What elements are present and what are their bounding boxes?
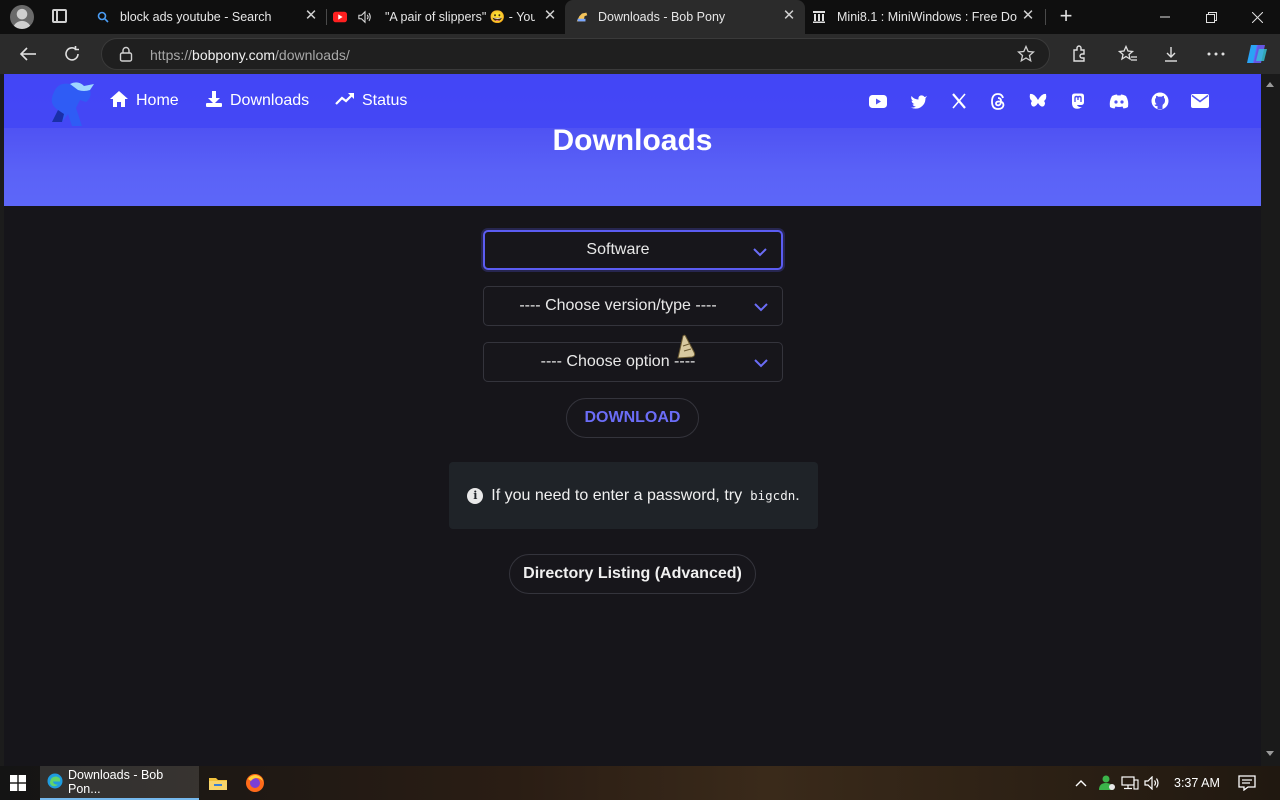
- mastodon-icon[interactable]: [1068, 91, 1088, 111]
- chevron-down-icon: [754, 299, 768, 317]
- address-bar[interactable]: https://bobpony.com/downloads/: [101, 38, 1050, 70]
- tab-youtube[interactable]: "A pair of slippers" 😀 - You ✕: [327, 0, 564, 34]
- bluesky-icon[interactable]: [1028, 91, 1048, 111]
- nav-home[interactable]: Home: [109, 90, 179, 112]
- file-explorer-icon[interactable]: [208, 773, 228, 793]
- close-window-icon[interactable]: [1234, 0, 1280, 34]
- taskbar-edge-app[interactable]: Downloads - Bob Pon...: [40, 766, 199, 800]
- chevron-down-icon: [753, 244, 767, 262]
- new-tab-button[interactable]: +: [1056, 5, 1076, 29]
- tab-title: "A pair of slippers" 😀 - You: [385, 10, 535, 24]
- threads-icon[interactable]: [988, 91, 1008, 111]
- taskbar-app-label: Downloads - Bob Pon...: [68, 768, 164, 796]
- close-icon[interactable]: ✕: [542, 8, 558, 24]
- scroll-up-icon[interactable]: [1266, 82, 1274, 87]
- nav-home-label: Home: [136, 92, 179, 109]
- tab-actions-icon[interactable]: [52, 9, 67, 23]
- category-select-value: Software: [586, 241, 650, 258]
- clock[interactable]: 3:37 AM: [1174, 766, 1220, 800]
- user-status-icon[interactable]: [1098, 766, 1116, 800]
- tab-downloads-bobpony[interactable]: Downloads - Bob Pony ✕: [565, 0, 805, 34]
- windows-start-icon[interactable]: [0, 766, 36, 800]
- network-icon[interactable]: [1121, 766, 1139, 800]
- profile-avatar[interactable]: [10, 5, 34, 29]
- trending-up-icon: [335, 92, 355, 111]
- password-note-text: If you need to enter a password, try: [491, 486, 743, 504]
- bobpony-logo[interactable]: [44, 78, 98, 128]
- category-select[interactable]: Software: [483, 230, 783, 270]
- site-header: Home Downloads Status: [4, 74, 1261, 128]
- tab-title: Mini8.1 : MiniWindows : Free Dow: [837, 10, 1017, 24]
- minimize-icon[interactable]: [1142, 0, 1188, 34]
- close-icon[interactable]: ✕: [781, 8, 797, 24]
- archive-favicon: [812, 10, 826, 24]
- page-title: Downloads: [552, 124, 713, 157]
- close-icon[interactable]: ✕: [1020, 8, 1036, 24]
- tab-title: block ads youtube - Search: [120, 10, 272, 24]
- nav-downloads[interactable]: Downloads: [205, 90, 309, 112]
- web-page: Home Downloads Status Downloads Software…: [4, 74, 1261, 766]
- more-options-icon[interactable]: [1204, 42, 1228, 66]
- discord-icon[interactable]: [1109, 91, 1129, 111]
- downloads-icon[interactable]: [1159, 42, 1183, 66]
- password-note-end: .: [795, 486, 800, 504]
- download-button[interactable]: DOWNLOAD: [566, 398, 699, 438]
- address-bar-row: https://bobpony.com/downloads/: [0, 34, 1280, 74]
- show-hidden-icons-button[interactable]: [1075, 766, 1087, 800]
- version-type-select[interactable]: ---- Choose version/type ----: [483, 286, 783, 326]
- nav-status[interactable]: Status: [335, 90, 407, 112]
- refresh-icon[interactable]: [60, 42, 84, 66]
- tab-archive[interactable]: Mini8.1 : MiniWindows : Free Dow ✕: [805, 0, 1045, 34]
- tab-strip: block ads youtube - Search ✕ "A pair of …: [0, 0, 1280, 34]
- option-select[interactable]: ---- Choose option ----: [483, 342, 783, 382]
- twitter-icon[interactable]: [909, 91, 929, 111]
- favorites-icon[interactable]: [1116, 42, 1140, 66]
- cursor-icon: [674, 332, 700, 367]
- directory-listing-button[interactable]: Directory Listing (Advanced): [509, 554, 756, 594]
- favorite-star-icon[interactable]: [1016, 44, 1036, 68]
- restore-icon[interactable]: [1188, 0, 1234, 34]
- home-icon: [109, 90, 129, 113]
- tab-separator: [1045, 9, 1046, 25]
- lock-icon[interactable]: [119, 46, 133, 67]
- copilot-icon[interactable]: [1245, 42, 1269, 66]
- version-select-value: ---- Choose version/type ----: [519, 297, 717, 314]
- notifications-icon[interactable]: [1238, 766, 1256, 800]
- youtube-favicon: [333, 10, 347, 24]
- taskbar: Downloads - Bob Pon... 3:37 AM: [0, 766, 1280, 800]
- github-icon[interactable]: [1150, 91, 1170, 111]
- password-code: bigcdn: [750, 488, 796, 503]
- password-note: i If you need to enter a password, try b…: [449, 462, 818, 529]
- close-icon[interactable]: ✕: [303, 8, 319, 24]
- info-icon: i: [467, 487, 484, 504]
- search-favicon: [96, 10, 110, 24]
- speaker-icon[interactable]: [358, 10, 372, 24]
- chevron-down-icon: [754, 355, 768, 373]
- download-icon: [205, 90, 223, 113]
- x-icon[interactable]: [949, 91, 969, 111]
- mail-icon[interactable]: [1190, 91, 1210, 111]
- firefox-icon[interactable]: [245, 773, 265, 793]
- nav-downloads-label: Downloads: [230, 92, 310, 109]
- youtube-icon[interactable]: [868, 91, 888, 111]
- extensions-icon[interactable]: [1067, 42, 1091, 66]
- page-scrollbar[interactable]: [1261, 74, 1280, 766]
- bobpony-favicon: [575, 10, 589, 24]
- nav-status-label: Status: [362, 92, 408, 109]
- volume-icon[interactable]: [1144, 766, 1162, 800]
- edge-icon: [47, 773, 63, 792]
- tab-title: Downloads - Bob Pony: [598, 10, 726, 24]
- option-select-value: ---- Choose option ----: [540, 353, 696, 370]
- back-icon[interactable]: [16, 42, 40, 66]
- scroll-down-icon[interactable]: [1266, 751, 1274, 756]
- tab-search[interactable]: block ads youtube - Search ✕: [86, 0, 326, 34]
- url-text: https://bobpony.com/downloads/: [150, 47, 350, 63]
